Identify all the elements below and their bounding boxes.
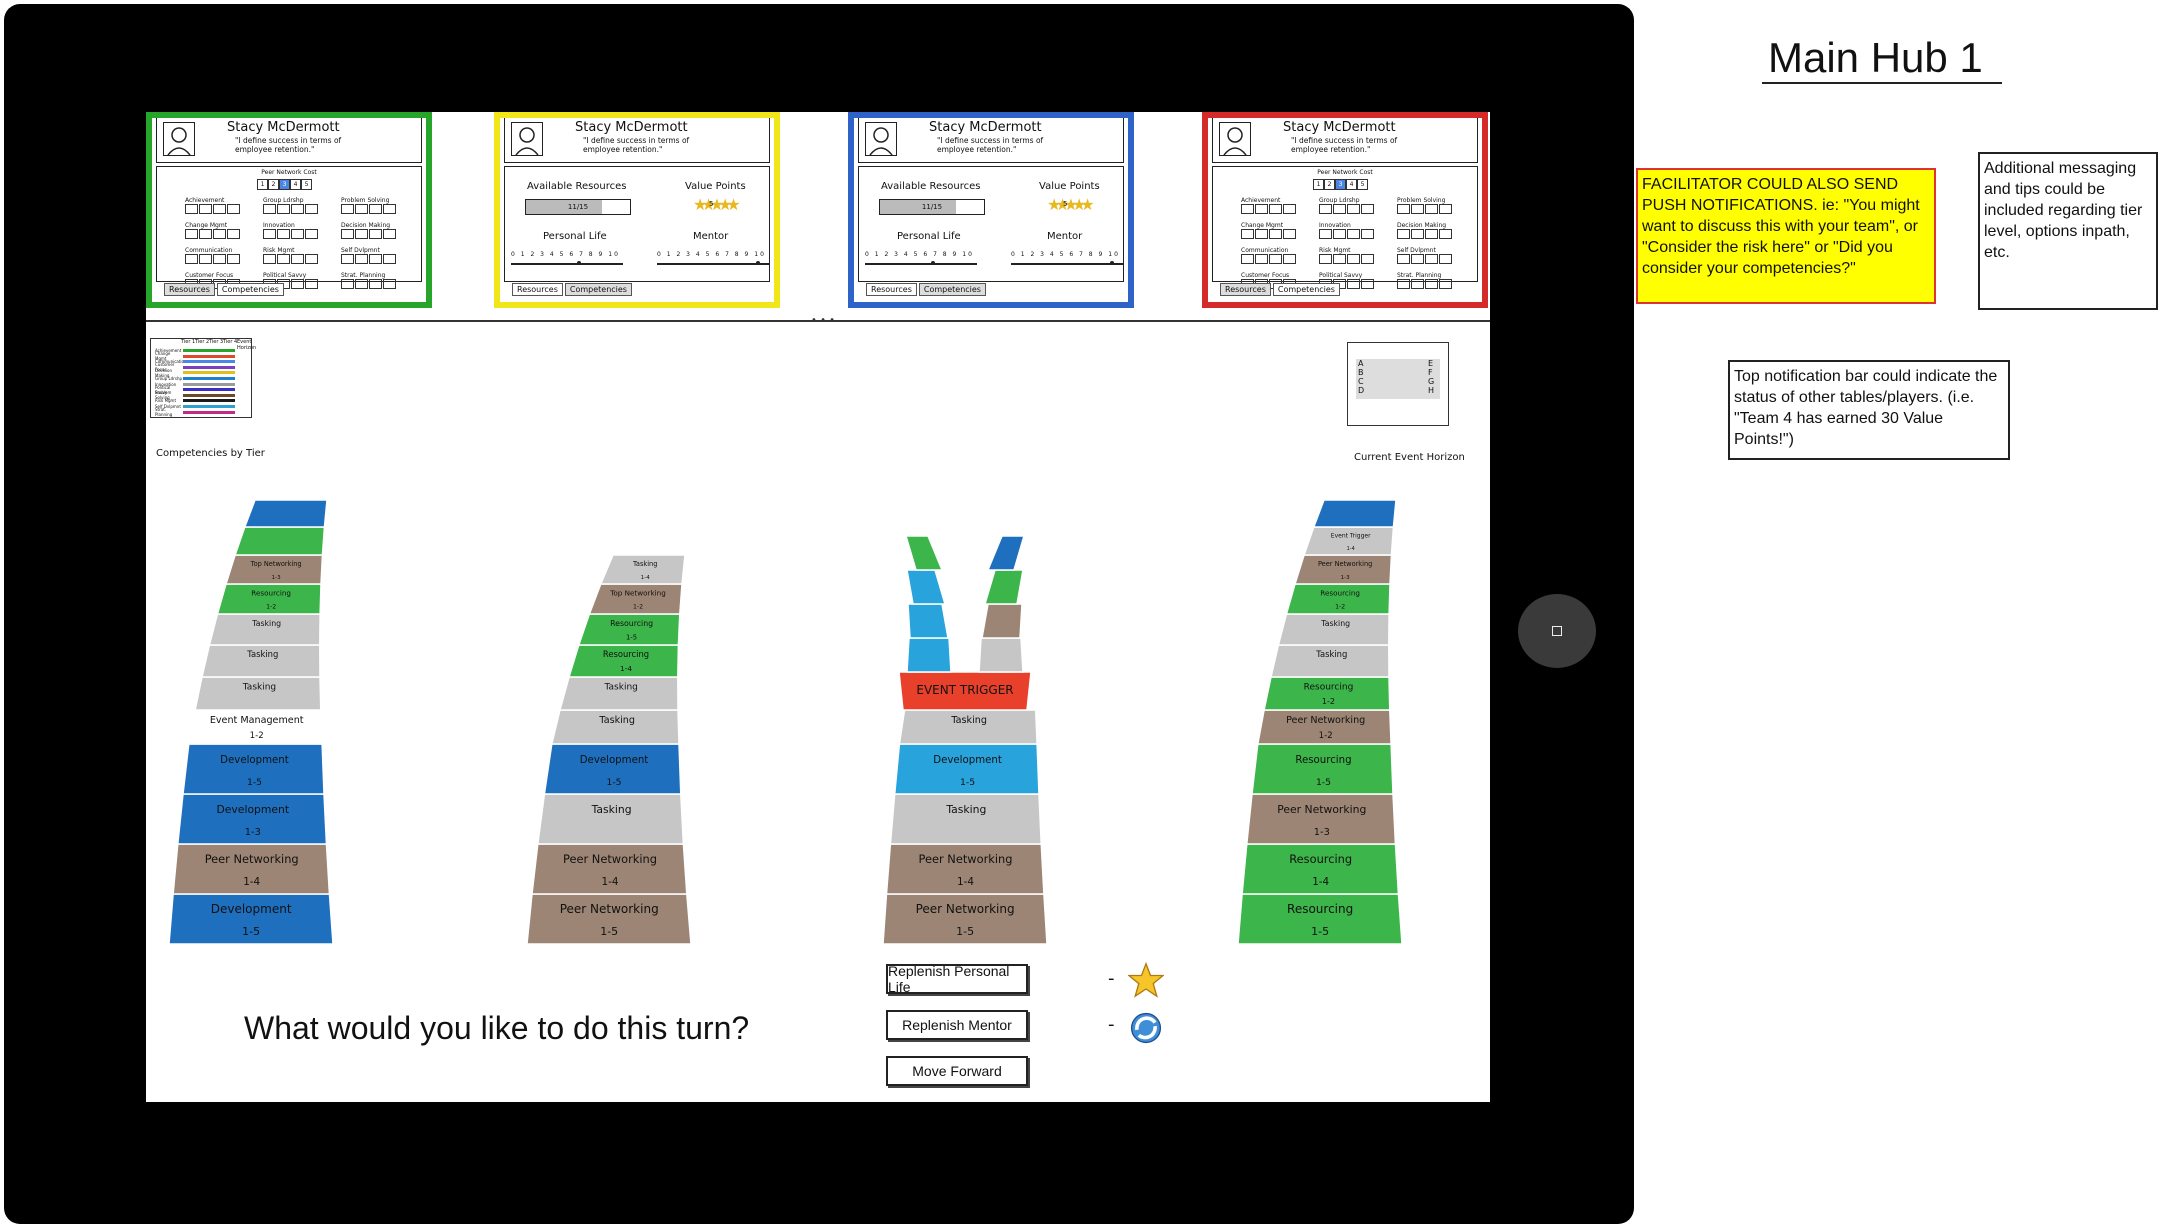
segment-sub: 1-2 — [1335, 604, 1345, 611]
segment-label: Peer Networking — [1286, 715, 1365, 726]
tower-segment — [1312, 499, 1397, 528]
segment-sub: 1-3 — [1341, 575, 1351, 581]
star-icon — [1128, 962, 1164, 998]
dash-separator: - — [1108, 1014, 1115, 1035]
segment-label: Resourcing — [1295, 755, 1351, 766]
segment-sub: 1-3 — [1314, 827, 1330, 838]
title-underline — [1762, 82, 2002, 84]
segment-sub: 1-2 — [1322, 697, 1335, 706]
facilitator-note: FACILITATOR COULD ALSO SEND PUSH NOTIFIC… — [1636, 168, 1936, 304]
turn-prompt: What would you like to do this turn? — [244, 1010, 750, 1046]
segment-label: Tasking — [1315, 649, 1347, 659]
tower-graphic: Resourcing 1-5 Resourcing 1-4 Peer Networkin… — [1237, 499, 1403, 945]
notification-bar-note: Top notification bar could indicate the … — [1728, 360, 2010, 460]
segment-label: Resourcing — [1289, 852, 1352, 866]
segment-sub: 1-4 — [1347, 546, 1355, 552]
replenish-personal-life-button[interactable]: Replenish Personal Life — [886, 963, 1028, 995]
segment-label: Peer Networking — [1318, 560, 1372, 568]
move-forward-button[interactable]: Move Forward — [886, 1056, 1028, 1086]
replenish-mentor-button[interactable]: Replenish Mentor — [886, 1010, 1028, 1040]
page-title: Main Hub 1 — [1768, 34, 1983, 81]
segment-label: Resourcing — [1287, 902, 1353, 916]
segment-sub: 1-4 — [1312, 876, 1329, 888]
segment-label: Peer Networking — [1277, 803, 1366, 816]
segment-sub: 1-5 — [1316, 777, 1331, 788]
refresh-orb-icon — [1130, 1012, 1162, 1044]
home-button[interactable] — [1518, 594, 1596, 668]
game-screen: Stacy McDermott "I define success in term… — [146, 112, 1490, 1102]
segment-label: Event Trigger — [1331, 533, 1371, 540]
dash-separator: - — [1108, 968, 1115, 989]
messaging-note: Additional messaging and tips could be i… — [1978, 152, 2158, 310]
segment-sub: 1-5 — [1311, 925, 1329, 938]
segment-label: Resourcing — [1304, 683, 1354, 693]
home-button-icon — [1552, 626, 1562, 636]
segment-label: Resourcing — [1320, 588, 1360, 597]
segment-sub: 1-2 — [1319, 731, 1333, 741]
segment-label: Tasking — [1320, 619, 1350, 628]
